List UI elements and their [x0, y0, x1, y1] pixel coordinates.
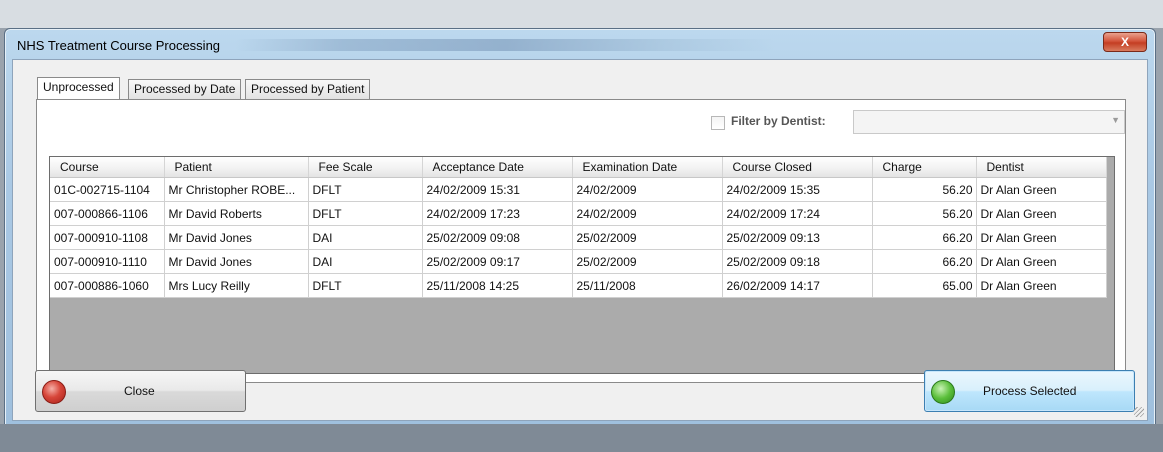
unprocessed-tab-panel: Filter by Dentist: ▼ Course Patient Fee … — [36, 99, 1126, 383]
grid-header-row: Course Patient Fee Scale Acceptance Date… — [50, 157, 1107, 178]
filter-by-dentist-checkbox[interactable] — [711, 116, 725, 130]
table-row[interactable]: 007-000910-1110 Mr David Jones DAI 25/02/20… — [50, 249, 1107, 274]
table-cell: 25/02/2009 — [572, 225, 723, 250]
table-cell: 007-000910-1110 — [50, 249, 165, 274]
tab-processed-by-patient[interactable]: Processed by Patient — [245, 79, 371, 99]
table-cell: 25/11/2008 14:25 — [422, 273, 573, 298]
table-cell: 24/02/2009 17:23 — [422, 201, 573, 226]
dialog-window: NHS Treatment Course Processing X Unproc… — [4, 28, 1156, 426]
process-selected-button[interactable]: Process Selected — [924, 370, 1135, 412]
close-button-label: Close — [124, 384, 155, 398]
table-cell: 25/11/2008 — [572, 273, 723, 298]
tab-unprocessed[interactable]: Unprocessed — [37, 77, 120, 99]
table-cell: Dr Alan Green — [976, 225, 1107, 250]
table-cell: DFLT — [308, 177, 423, 202]
resize-grip[interactable] — [1134, 407, 1144, 417]
table-cell: Dr Alan Green — [976, 201, 1107, 226]
close-x-icon: X — [1120, 35, 1129, 49]
tab-label: Processed by Date — [134, 82, 236, 96]
table-cell: Mr David Jones — [164, 225, 309, 250]
table-cell: 25/02/2009 — [572, 249, 723, 274]
table-cell: DFLT — [308, 273, 423, 298]
column-header-acceptance-date[interactable]: Acceptance Date — [422, 157, 573, 178]
table-cell: 24/02/2009 — [572, 177, 723, 202]
dentist-dropdown[interactable]: ▼ — [853, 110, 1125, 134]
window-close-button[interactable]: X — [1103, 32, 1147, 52]
table-cell: Mr Christopher ROBE... — [164, 177, 309, 202]
column-header-fee-scale[interactable]: Fee Scale — [308, 157, 423, 178]
table-cell: 66.20 — [872, 225, 977, 250]
tab-label: Unprocessed — [43, 80, 114, 94]
column-header-dentist[interactable]: Dentist — [976, 157, 1107, 178]
table-row[interactable]: 007-000866-1106 Mr David Roberts DFLT 24/02… — [50, 201, 1107, 226]
desktop-background-bottom — [0, 424, 1163, 452]
column-header-charge[interactable]: Charge — [872, 157, 977, 178]
tab-processed-by-date[interactable]: Processed by Date — [128, 79, 242, 99]
courses-grid[interactable]: Course Patient Fee Scale Acceptance Date… — [49, 156, 1115, 374]
back-arrow-icon — [42, 380, 66, 404]
column-header-course-closed[interactable]: Course Closed — [722, 157, 873, 178]
process-selected-label: Process Selected — [983, 384, 1077, 398]
table-cell: 24/02/2009 15:35 — [722, 177, 873, 202]
table-cell: Mr David Jones — [164, 249, 309, 274]
column-header-examination-date[interactable]: Examination Date — [572, 157, 723, 178]
table-cell: 25/02/2009 09:18 — [722, 249, 873, 274]
dialog-client-area: Unprocessed Processed by Date Processed … — [12, 59, 1148, 421]
table-cell: DFLT — [308, 201, 423, 226]
table-cell: 26/02/2009 14:17 — [722, 273, 873, 298]
table-row[interactable]: 01C-002715-1104 Mr Christopher ROBE... DFL… — [50, 177, 1107, 202]
tab-label: Processed by Patient — [251, 82, 365, 96]
table-cell: 56.20 — [872, 177, 977, 202]
table-cell: 24/02/2009 — [572, 201, 723, 226]
table-cell: 25/02/2009 09:13 — [722, 225, 873, 250]
table-cell: DAI — [308, 249, 423, 274]
column-header-course[interactable]: Course — [50, 157, 165, 178]
column-header-patient[interactable]: Patient — [164, 157, 309, 178]
table-cell: 65.00 — [872, 273, 977, 298]
title-bar-glass — [235, 39, 775, 51]
filter-by-dentist-label: Filter by Dentist: — [731, 114, 826, 128]
chevron-down-icon[interactable]: ▼ — [1111, 115, 1120, 125]
table-cell: 56.20 — [872, 201, 977, 226]
title-bar[interactable]: NHS Treatment Course Processing X — [5, 29, 1155, 59]
table-cell: 01C-002715-1104 — [50, 177, 165, 202]
table-cell: Mrs Lucy Reilly — [164, 273, 309, 298]
table-cell: 007-000886-1060 — [50, 273, 165, 298]
checkmark-icon — [931, 380, 955, 404]
table-cell: 24/02/2009 15:31 — [422, 177, 573, 202]
close-button[interactable]: Close — [35, 370, 246, 412]
table-cell: Mr David Roberts — [164, 201, 309, 226]
table-cell: 24/02/2009 17:24 — [722, 201, 873, 226]
table-row[interactable]: 007-000886-1060 Mrs Lucy Reilly DFLT 25/11/… — [50, 273, 1107, 298]
table-cell: 25/02/2009 09:08 — [422, 225, 573, 250]
table-cell: Dr Alan Green — [976, 177, 1107, 202]
table-cell: 007-000866-1106 — [50, 201, 165, 226]
table-cell: Dr Alan Green — [976, 273, 1107, 298]
table-row[interactable]: 007-000910-1108 Mr David Jones DAI 25/02/20… — [50, 225, 1107, 250]
desktop-background — [0, 0, 1163, 28]
window-title: NHS Treatment Course Processing — [17, 38, 221, 53]
table-cell: 007-000910-1108 — [50, 225, 165, 250]
table-cell: 66.20 — [872, 249, 977, 274]
table-cell: DAI — [308, 225, 423, 250]
table-cell: 25/02/2009 09:17 — [422, 249, 573, 274]
table-cell: Dr Alan Green — [976, 249, 1107, 274]
